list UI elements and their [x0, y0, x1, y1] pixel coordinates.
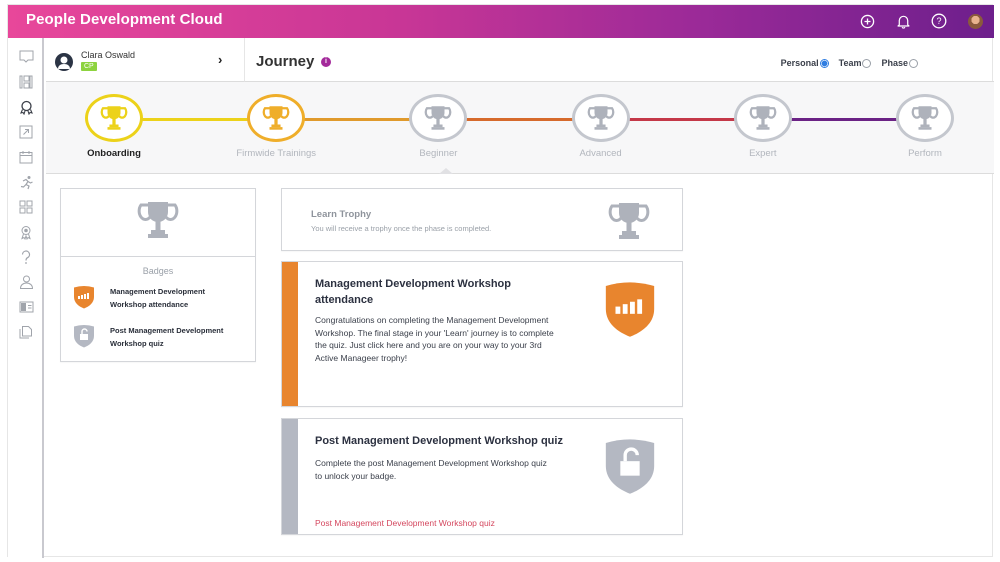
- radio-phase[interactable]: [909, 58, 918, 68]
- view-option-personal[interactable]: Personal: [781, 58, 829, 68]
- learn-trophy-title: Learn Trophy: [311, 209, 372, 220]
- trophy-icon: [425, 106, 452, 130]
- user-avatar-icon[interactable]: [964, 10, 986, 32]
- step-label: Onboarding: [87, 148, 141, 159]
- task-status-stripe: [282, 262, 298, 406]
- trophy-icon: [262, 106, 290, 130]
- badge-ribbon-icon[interactable]: [17, 223, 35, 241]
- app-window: People Development Cloud ? Clara Oswald …: [7, 4, 994, 558]
- external-link-icon[interactable]: [17, 123, 35, 141]
- help-icon[interactable]: ?: [928, 10, 950, 32]
- signal-bars-shield-icon: [73, 285, 95, 314]
- step-label: Firmwide Trainings: [236, 148, 317, 159]
- badges-title: Badges: [142, 266, 174, 276]
- chevron-right-icon[interactable]: ›: [218, 52, 222, 67]
- bell-icon[interactable]: [892, 10, 914, 32]
- task-title: Post Management Development Workshop qui…: [315, 435, 563, 447]
- trophy-icon: [100, 106, 128, 130]
- badge-item[interactable]: Post Management Development Workshop qui…: [73, 324, 232, 353]
- user-avatar-icon: [55, 53, 73, 71]
- view-option-team[interactable]: Team: [839, 58, 872, 68]
- signal-bars-shield-icon: [602, 280, 658, 343]
- step-trophy-circle: [409, 94, 468, 142]
- view-option-label: Team: [838, 58, 862, 68]
- step-trophy-circle: [571, 94, 630, 142]
- view-option-label: Phase: [881, 58, 908, 68]
- badge-item[interactable]: Management Development Workshop attendan…: [73, 285, 230, 314]
- task-status-stripe: [282, 419, 298, 534]
- radio-team[interactable]: [862, 58, 872, 68]
- step-label: Beginner: [419, 148, 458, 159]
- unlocked-padlock-shield-icon: [602, 437, 658, 500]
- badge-label: Management Development Workshop attendan…: [110, 287, 206, 309]
- view-toggle: Personal Team Phase: [781, 58, 918, 68]
- task-description: Complete the post Management Development…: [315, 458, 547, 481]
- award-icon[interactable]: [17, 98, 35, 116]
- journey-step[interactable]: Expert: [703, 94, 823, 159]
- trophy-icon: [911, 106, 939, 130]
- journey-step[interactable]: Advanced: [541, 94, 661, 159]
- task-description: Congratulations on completing the Manage…: [315, 315, 554, 363]
- journey-step[interactable]: Perform: [865, 94, 985, 159]
- journey-step[interactable]: Beginner: [378, 94, 498, 159]
- top-actions: ?: [856, 10, 986, 32]
- journey-stepper: Onboarding Firmwide Trainings Beginner Adva…: [46, 82, 994, 174]
- question-icon[interactable]: [17, 248, 35, 266]
- user-name: Clara Oswald: [81, 50, 136, 60]
- task-title: Management Development Workshop attendan…: [315, 278, 511, 306]
- plus-circle-icon[interactable]: [856, 10, 878, 32]
- app-title: People Development Cloud: [26, 11, 223, 28]
- step-label: Perform: [908, 148, 942, 159]
- trophy-icon: [135, 200, 181, 245]
- trophy-summary-card: Badges Management Development Workshop a…: [60, 188, 256, 362]
- page-title: Journey: [256, 53, 315, 70]
- unlocked-padlock-shield-icon: [73, 324, 95, 353]
- layout-icon[interactable]: [17, 73, 35, 91]
- step-trophy-circle: [247, 94, 306, 142]
- runner-icon[interactable]: [17, 173, 35, 191]
- id-card-icon[interactable]: [17, 298, 35, 316]
- svg-text:?: ?: [936, 16, 941, 26]
- learn-trophy-subtitle: You will receive a trophy once the phase…: [311, 224, 492, 233]
- step-label: Expert: [749, 148, 777, 159]
- top-bar: People Development Cloud ?: [8, 5, 994, 38]
- copy-icon[interactable]: [17, 323, 35, 341]
- journey-step[interactable]: Onboarding: [54, 94, 174, 159]
- current-step-pointer: [439, 168, 453, 174]
- sidebar: [8, 38, 44, 558]
- step-trophy-circle: [85, 94, 143, 142]
- trophy-icon: [749, 106, 777, 130]
- grid-icon[interactable]: [17, 198, 35, 216]
- user-selector[interactable]: Clara Oswald CP ›: [46, 38, 245, 82]
- task-card[interactable]: Management Development Workshop attendan…: [281, 261, 683, 407]
- view-option-phase[interactable]: Phase: [881, 58, 918, 68]
- quiz-link[interactable]: Post Management Development Workshop qui…: [315, 518, 495, 528]
- trophy-icon: [606, 201, 652, 246]
- learn-trophy-card: Learn Trophy You will receive a trophy o…: [281, 188, 683, 251]
- user-role-badge: CP: [81, 62, 97, 71]
- person-icon[interactable]: [17, 273, 35, 291]
- chat-icon[interactable]: [17, 48, 35, 66]
- trophy-icon-area: [61, 189, 255, 257]
- info-icon[interactable]: i: [321, 57, 331, 67]
- radio-personal[interactable]: [819, 58, 829, 68]
- view-option-label: Personal: [780, 58, 819, 68]
- task-card[interactable]: Post Management Development Workshop qui…: [281, 418, 683, 535]
- calendar-icon[interactable]: [17, 148, 35, 166]
- page-header: Journey i Personal Team Phase: [245, 38, 994, 82]
- step-trophy-circle: [733, 94, 792, 142]
- badge-label: Post Management Development Workshop qui…: [110, 326, 224, 348]
- step-label: Advanced: [579, 148, 622, 159]
- step-trophy-circle: [896, 94, 954, 142]
- journey-step[interactable]: Firmwide Trainings: [216, 94, 336, 159]
- trophy-icon: [587, 106, 614, 130]
